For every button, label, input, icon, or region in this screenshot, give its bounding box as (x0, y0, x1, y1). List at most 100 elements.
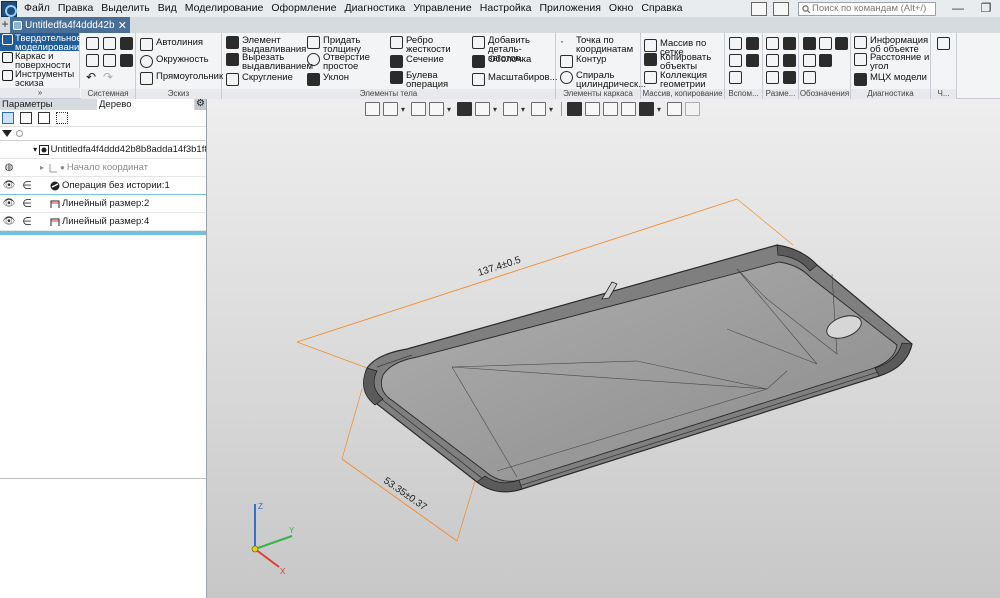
aux-cs-icon[interactable] (746, 54, 759, 67)
contour-button[interactable]: Контур (560, 55, 606, 68)
menu-apps[interactable]: Приложения (535, 0, 604, 17)
cut-extrude-button[interactable]: Вырезать выдавливанием (226, 53, 313, 71)
rectangle-button[interactable]: Прямоугольник (140, 72, 223, 85)
autoline-icon (140, 38, 153, 51)
open-folder-icon[interactable] (103, 37, 116, 50)
autoline-button[interactable]: Автолиния (140, 38, 203, 51)
radial-dim-icon[interactable] (783, 37, 796, 50)
tree-row-root[interactable]: ▾ Untitledfa4f4ddd42b8b8adda14f3b1f8ce (0, 141, 206, 159)
thread-icon[interactable] (803, 71, 816, 84)
tree-row-origin[interactable]: ◍ ▸ ● Начало координат (0, 159, 206, 177)
fillet-button[interactable]: Скругление (226, 73, 293, 86)
cmd-label: Булева операция (406, 70, 449, 90)
save-icon[interactable] (120, 37, 133, 50)
aux-point-icon[interactable] (729, 54, 742, 67)
eye-icon[interactable]: 👁 (0, 198, 18, 209)
auto-dim-icon[interactable] (766, 71, 779, 84)
app-logo-icon[interactable] (1, 0, 17, 17)
part-icon (38, 144, 49, 155)
angle-dim-icon[interactable] (766, 54, 779, 67)
boolean-button[interactable]: Булева операция (390, 71, 452, 89)
eye-icon[interactable]: 👁 (0, 180, 18, 191)
phone-case-model[interactable] (363, 244, 913, 493)
save-all-icon[interactable] (120, 54, 133, 67)
minimize-button[interactable]: — (949, 2, 967, 16)
aux-axis-icon[interactable] (746, 37, 759, 50)
layout-single-icon[interactable] (751, 1, 767, 16)
close-tab-icon[interactable]: ✕ (118, 19, 127, 32)
base-icon[interactable] (835, 37, 848, 50)
3d-viewport[interactable]: ▾ ▾ ▾ ▾ ▾ ▾ 137.4±0.5 53.35±0.37 Z Y X (207, 99, 1000, 598)
document-tab[interactable]: Untitledfa4f4ddd42b... ✕ (10, 17, 130, 33)
command-search-input[interactable]: Поиск по командам (Alt+/) (798, 1, 936, 16)
scale-button[interactable]: Масштабиров... (472, 73, 557, 86)
search-icon[interactable] (16, 130, 23, 137)
arc-dim-icon[interactable] (783, 71, 796, 84)
shell-button[interactable]: Оболочка (472, 55, 531, 68)
menu-select[interactable]: Выделить (97, 0, 153, 17)
include-icon[interactable]: ∈ (18, 197, 36, 210)
tree-row-dimension-2[interactable]: 👁 ∈ Линейный размер:2 (0, 195, 206, 213)
tree-row-operation[interactable]: 👁 ∈ Операция без истории:1 (0, 177, 206, 195)
mode-solid-modeling[interactable]: Твердотельное моделирование (0, 33, 85, 52)
aux-plane-icon[interactable] (729, 37, 742, 50)
cmd-label: Окружность (156, 54, 209, 65)
tab-tree[interactable]: Дерево (97, 99, 194, 110)
ribbon-expand-icon[interactable]: » (0, 88, 80, 98)
copy-objects-button[interactable]: Копировать объекты (644, 53, 724, 71)
eye-icon[interactable]: 👁 (0, 216, 18, 227)
tree-filter-bar[interactable] (0, 127, 206, 141)
expand-arrow-icon[interactable]: ▸ (36, 163, 48, 172)
point-dot-icon: ● (60, 163, 65, 172)
tree-grid-icon[interactable] (56, 112, 68, 124)
geometry-collection-button[interactable]: Коллекция геометрии (644, 71, 724, 89)
preview-icon[interactable] (103, 54, 116, 67)
leader-icon[interactable] (819, 37, 832, 50)
menu-window[interactable]: Окно (605, 0, 637, 17)
restore-button[interactable]: ❐ (977, 2, 995, 16)
tree-bodies-icon[interactable] (38, 112, 50, 124)
menu-control[interactable]: Управление (409, 0, 475, 17)
menu-edit[interactable]: Правка (54, 0, 97, 17)
new-document-icon[interactable] (86, 37, 99, 50)
aux-line-icon[interactable] (729, 71, 742, 84)
mode-sketch-tools[interactable]: Инструменты эскиза (0, 69, 79, 88)
mass-properties-button[interactable]: МЦХ модели (854, 73, 927, 86)
menu-file[interactable]: Файл (20, 0, 54, 17)
menu-view[interactable]: Вид (154, 0, 181, 17)
helix-button[interactable]: Спираль цилиндрическ... (560, 71, 646, 89)
undo-icon[interactable]: ↶ (86, 71, 99, 84)
tolerance-icon[interactable] (803, 54, 816, 67)
print-icon[interactable] (86, 54, 99, 67)
layout-split-icon[interactable] (773, 1, 789, 16)
menu-modeling[interactable]: Моделирование (181, 0, 268, 17)
include-icon[interactable]: ∈ (18, 215, 36, 228)
point-by-coords-button[interactable]: · Точка по координатам (560, 35, 640, 54)
filter-icon[interactable] (2, 130, 12, 137)
drawing-icon[interactable] (937, 37, 950, 50)
circle-button[interactable]: Окружность (140, 55, 209, 68)
distance-angle-button[interactable]: Расстояние и угол (854, 53, 932, 71)
draft-button[interactable]: Уклон (307, 73, 349, 86)
gear-icon[interactable]: ⚙ (195, 99, 206, 110)
tab-parameters[interactable]: Параметры (0, 99, 97, 110)
hidden-eye-icon[interactable]: ◍ (0, 162, 18, 173)
simple-hole-button[interactable]: Отверстие простое (307, 53, 373, 71)
diameter-dim-icon[interactable] (783, 54, 796, 67)
menu-diagnostics[interactable]: Диагностика (341, 0, 410, 17)
tree-history-icon[interactable] (20, 112, 32, 124)
mode-wireframe-surfaces[interactable]: Каркас и поверхности (0, 51, 79, 70)
menu-help[interactable]: Справка (637, 0, 686, 17)
redo-icon[interactable]: ↷ (103, 71, 116, 84)
tree-structure-icon[interactable] (2, 112, 14, 124)
rib-button[interactable]: Ребро жесткости (390, 36, 452, 54)
include-icon[interactable]: ∈ (18, 179, 36, 192)
mark-icon[interactable] (819, 54, 832, 67)
linear-dim-icon[interactable] (766, 37, 779, 50)
section-button[interactable]: Сечение (390, 55, 444, 68)
new-tab-icon[interactable]: + (0, 17, 10, 33)
tree-row-dimension-4[interactable]: 👁 ∈ Линейный размер:4 (0, 213, 206, 231)
roughness-icon[interactable] (803, 37, 816, 50)
menu-settings[interactable]: Настройка (476, 0, 536, 17)
menu-formatting[interactable]: Оформление (267, 0, 340, 17)
